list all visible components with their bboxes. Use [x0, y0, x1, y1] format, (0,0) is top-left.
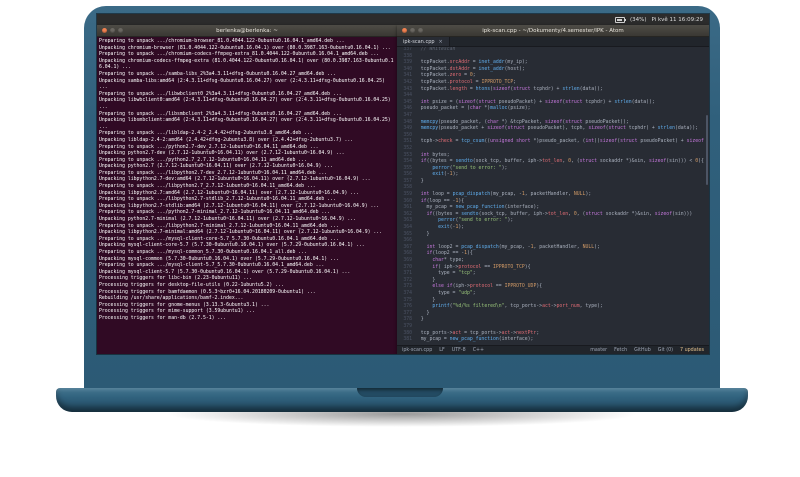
editor-tabbar: ipk-scan.cpp ×: [397, 37, 709, 47]
line-number: 359: [403, 192, 412, 198]
code-line: tcpPacket.length = htons(sizeof(struct t…: [415, 86, 603, 92]
line-number: 369: [403, 258, 412, 263]
line-number: 349: [403, 126, 412, 132]
code-line: perror("send to error: ");: [432, 165, 508, 171]
line-number: 374: [403, 290, 412, 296]
line-number: 373: [403, 284, 412, 290]
line-number: 378: [403, 317, 412, 323]
line-number: 344: [403, 93, 412, 99]
desktop-top-panel: (34%) Pi kvě 11 16:09:29: [97, 14, 709, 25]
line-number: 361: [403, 205, 412, 211]
code-line: tcph->check = tcp_csum((unsigned short *…: [415, 139, 704, 145]
terminal-titlebar[interactable]: berlenka@berlenka: ~: [97, 25, 397, 37]
laptop-base-notch: [357, 388, 443, 397]
status-item[interactable]: Fetch: [614, 348, 627, 353]
status-left: ipk-scan.cpp LF UTF-8 C++: [402, 348, 484, 353]
editor-gutter: 337 338 339 340 341 342 343 344 345 346 347 348 349 3…: [397, 47, 415, 345]
line-number: 352: [403, 145, 412, 151]
line-number: 354: [403, 159, 412, 165]
editor-title: ipk-scan.cpp - ~/Dokumenty/4.semester/IP…: [482, 27, 624, 34]
tab-ipk-scan[interactable]: ipk-scan.cpp ×: [397, 37, 450, 46]
line-number: 371: [403, 271, 412, 277]
line-number: 337: [403, 47, 412, 52]
line-number: 381: [403, 337, 412, 343]
status-item[interactable]: LF: [439, 348, 444, 353]
code-line: exit(-1);: [432, 172, 459, 178]
editor-scrollbar[interactable]: [706, 115, 708, 185]
tab-close-icon[interactable]: ×: [439, 39, 443, 45]
line-number: 341: [403, 73, 412, 79]
tab-label: ipk-scan.cpp: [403, 38, 435, 45]
code-line: // Whitescan: [420, 47, 456, 52]
window-buttons: [102, 28, 123, 33]
code-line: }: [415, 317, 424, 323]
clock-indicator[interactable]: Pi kvě 11 16:09:29: [652, 17, 704, 23]
terminal-body[interactable]: Preparing to unpack .../chromium-browser…: [97, 37, 397, 354]
terminal-title: berlenka@berlenka: ~: [216, 27, 278, 34]
code-line: tcpPacket.zero = 0;: [415, 73, 476, 79]
updates-badge[interactable]: 7 updates: [680, 348, 704, 353]
status-item[interactable]: C++: [473, 348, 484, 353]
code-line: my_pcap = new_pcap_function(interface);: [415, 205, 540, 211]
editor-titlebar[interactable]: ipk-scan.cpp - ~/Dokumenty/4.semester/IP…: [397, 25, 709, 37]
line-number: 368: [403, 251, 412, 257]
code-line: else if(iph->protocol == IPPROTO_UDP){: [432, 284, 543, 290]
line-number: 351: [403, 139, 412, 145]
status-item[interactable]: Git (0): [658, 348, 673, 353]
line-number: 366: [403, 238, 412, 244]
code-line: char* type;: [432, 258, 465, 263]
code-line: if((bytes = sendto(sock_tcp, buffer, iph…: [420, 159, 704, 165]
code-line: int loop = pcap_dispatch(my_pcap, -1, pa…: [420, 192, 592, 198]
code-line: tcpPacket.protocol = IPPROTO_TCP;: [415, 79, 517, 85]
code-line: if(loop2 == -1){: [426, 251, 473, 257]
status-item[interactable]: master: [590, 348, 607, 353]
editor-code: // Whitescan tcpPacket.srcAddr = inet_ad…: [415, 47, 709, 345]
code-line: tcpPacket.srcAddr = inet_addr(my_ip);: [415, 60, 528, 66]
code-line: }: [415, 178, 424, 184]
terminal-window: berlenka@berlenka: ~ Preparing to unpack…: [97, 25, 397, 354]
editor-pane[interactable]: 337 338 339 340 341 342 343 344 345 346 347 348 349 3…: [397, 47, 709, 345]
screen: (34%) Pi kvě 11 16:09:29 berlenka@berlen…: [97, 14, 709, 354]
terminal-output: Preparing to unpack .../chromium-browser…: [99, 39, 394, 321]
code-line: pseudo_packet = (char *)malloc(psize);: [415, 106, 531, 112]
minimize-button[interactable]: [110, 28, 115, 33]
code-line: printf("%d/%s filtered\n", tcp_ports->ac…: [432, 304, 603, 310]
line-number: 339: [403, 60, 412, 66]
maximize-button[interactable]: [418, 28, 423, 33]
line-number: 376: [403, 304, 412, 310]
maximize-button[interactable]: [118, 28, 123, 33]
code-line: }: [415, 231, 430, 237]
line-number: 379: [403, 323, 412, 329]
editor-statusbar: ipk-scan.cpp LF UTF-8 C++ master Fetch GitHub…: [397, 345, 709, 354]
code-line: type = "udp";: [415, 290, 476, 296]
line-number: 342: [403, 79, 412, 85]
code-line: type = "tcp";: [415, 271, 476, 277]
minimize-button[interactable]: [410, 28, 415, 33]
code-line: memcpy(pseudo_packet + sizeof(struct pse…: [420, 126, 699, 132]
code-line: }: [415, 310, 430, 316]
status-right: master Fetch GitHub Git (0) 7 updates: [590, 348, 704, 353]
status-item[interactable]: ipk-scan.cpp: [402, 348, 432, 353]
code-line: exit(-1);: [438, 225, 465, 231]
line-number: 347: [403, 112, 412, 118]
battery-indicator[interactable]: (34%): [630, 17, 647, 23]
status-item[interactable]: UTF-8: [452, 348, 466, 353]
window-buttons: [402, 28, 423, 33]
code-line: my_pcap = new_pcap_function(interface);: [415, 337, 534, 343]
editor-window: ipk-scan.cpp - ~/Dokumenty/4.semester/IP…: [397, 25, 709, 354]
battery-icon[interactable]: [614, 16, 626, 23]
close-button[interactable]: [102, 28, 107, 33]
close-button[interactable]: [402, 28, 407, 33]
line-number: 356: [403, 172, 412, 178]
status-item[interactable]: GitHub: [634, 348, 651, 353]
line-number: 364: [403, 225, 412, 231]
line-number: 346: [403, 106, 412, 112]
